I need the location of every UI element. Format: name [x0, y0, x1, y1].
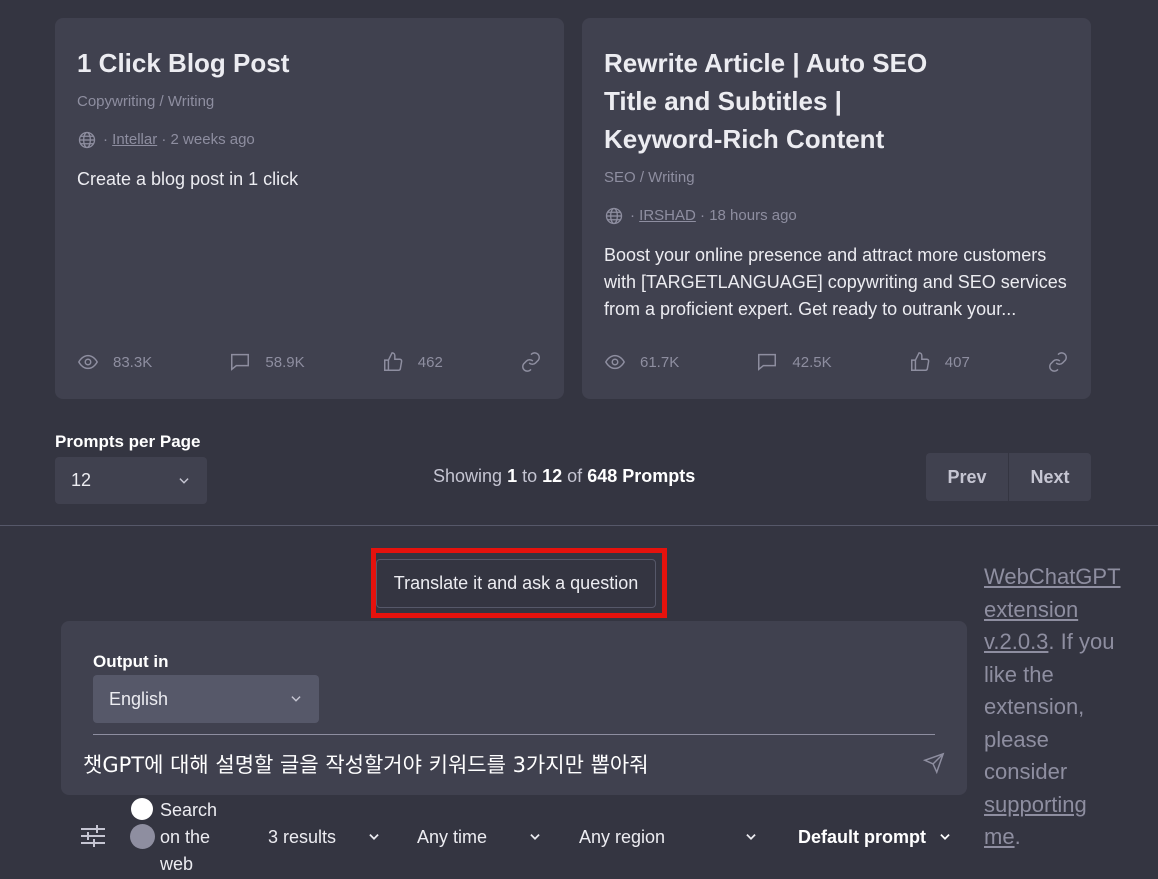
comment-icon [231, 353, 250, 371]
card-time: 2 weeks ago [170, 131, 255, 148]
showing-from: 1 [507, 466, 518, 486]
results-select[interactable]: 3 results [268, 822, 382, 852]
showing-of-word: of [567, 466, 583, 486]
likes-stat[interactable]: 407 [909, 351, 970, 373]
comments-stat: 42.5K [756, 351, 832, 373]
toggle-knob[interactable] [131, 798, 153, 820]
card-description: Boost your online presence and attract m… [604, 245, 1067, 319]
author-link[interactable]: Intellar [112, 130, 157, 150]
time-value: Any time [417, 826, 488, 847]
likes-count: 407 [944, 353, 970, 371]
search-web-label: Search on the web [160, 800, 218, 874]
likes-stat[interactable]: 462 [382, 351, 443, 373]
extension-note: WebChatGPT extension v.2.0.3. If you lik… [984, 561, 1124, 854]
region-value: Any region [579, 826, 666, 847]
card-category: Copywriting / Writing [77, 93, 215, 110]
views-stat: 83.3K [77, 351, 152, 373]
copy-link[interactable] [520, 351, 542, 373]
region-select[interactable]: Any region [579, 822, 761, 852]
copy-link[interactable] [1047, 351, 1069, 373]
eye-icon [605, 354, 625, 370]
card-title[interactable]: Rewrite Article | Auto SEO Title and Sub… [604, 44, 944, 158]
comments-count: 58.9K [265, 353, 305, 371]
thumbs-up-icon[interactable] [382, 351, 404, 373]
prompt-card[interactable]: Rewrite Article | Auto SEO Title and Sub… [582, 18, 1091, 399]
output-language-select[interactable]: English [93, 675, 319, 723]
comments-count: 42.5K [792, 353, 832, 371]
card-category: SEO / Writing [604, 169, 695, 186]
card-title[interactable]: 1 Click Blog Post [77, 44, 417, 82]
chevron-down-icon [291, 696, 301, 702]
output-label: Output in [93, 652, 169, 671]
showing-prefix: Showing [433, 466, 503, 486]
meta-separator: · [630, 207, 640, 224]
prompt-select[interactable]: Default prompt [798, 822, 956, 852]
extension-note-end: . [1014, 824, 1021, 849]
results-value: 3 results [268, 826, 337, 847]
supporting-link[interactable]: supporting me [984, 792, 1087, 850]
showing-total: 648 Prompts [587, 466, 696, 486]
likes-count: 462 [417, 353, 443, 371]
chevron-down-icon [940, 834, 950, 840]
pager: Prev Next [926, 453, 1091, 501]
views-count: 83.3K [113, 353, 153, 371]
prompt-card[interactable]: 1 Click Blog Post Copywriting / Writing … [55, 18, 564, 399]
meta-separator: · [157, 131, 171, 148]
chevron-down-icon [530, 834, 540, 840]
toggle-track[interactable] [130, 824, 155, 849]
send-icon[interactable] [923, 752, 945, 774]
chevron-down-icon [179, 477, 189, 484]
settings-sliders-icon[interactable] [80, 824, 106, 848]
time-select[interactable]: Any time [417, 822, 545, 852]
panel-divider [93, 734, 935, 735]
link-icon[interactable] [1047, 351, 1069, 373]
link-icon[interactable] [520, 351, 542, 373]
per-page-select[interactable]: 12 [55, 457, 207, 504]
thumbs-up-icon[interactable] [909, 351, 931, 373]
author-link[interactable]: IRSHAD [639, 206, 696, 226]
card-stats: 61.7K 42.5K 407 [604, 351, 1069, 373]
showing-to: 12 [542, 466, 563, 486]
per-page-label: Prompts per Page [55, 432, 201, 451]
card-stats: 83.3K 58.9K 462 [77, 351, 542, 373]
chevron-down-icon [369, 834, 379, 840]
globe-icon [605, 207, 623, 225]
showing-summary: Showing 1 to 12 of 648 Prompts [433, 466, 695, 487]
prompt-input[interactable]: 챗GPT에 대해 설명할 글을 작성할거야 키워드를 3가지만 뽑아줘 [83, 749, 649, 779]
comments-stat: 58.9K [229, 351, 305, 373]
next-button[interactable]: Next [1009, 453, 1091, 501]
showing-to-word: to [522, 466, 538, 486]
eye-icon [78, 354, 98, 370]
card-meta: · IRSHAD · 18 hours ago [604, 206, 1069, 226]
output-language-value: English [109, 688, 169, 709]
globe-icon [78, 131, 96, 149]
views-stat: 61.7K [604, 351, 679, 373]
views-count: 61.7K [640, 353, 680, 371]
meta-separator: · [103, 131, 113, 148]
card-description: Create a blog post in 1 click [77, 169, 299, 189]
prompt-value: Default prompt [798, 826, 926, 847]
input-panel: Output in English 챗GPT에 대해 설명할 글을 작성할거야 … [61, 621, 967, 795]
translate-button[interactable]: Translate it and ask a question [376, 559, 656, 608]
comment-icon [758, 353, 777, 371]
chevron-down-icon [746, 834, 756, 840]
card-time: 18 hours ago [709, 207, 797, 224]
divider [0, 525, 1158, 526]
card-meta: · Intellar · 2 weeks ago [77, 130, 542, 150]
meta-separator: · [695, 207, 710, 224]
per-page-value: 12 [71, 470, 92, 490]
prev-button[interactable]: Prev [926, 453, 1009, 501]
